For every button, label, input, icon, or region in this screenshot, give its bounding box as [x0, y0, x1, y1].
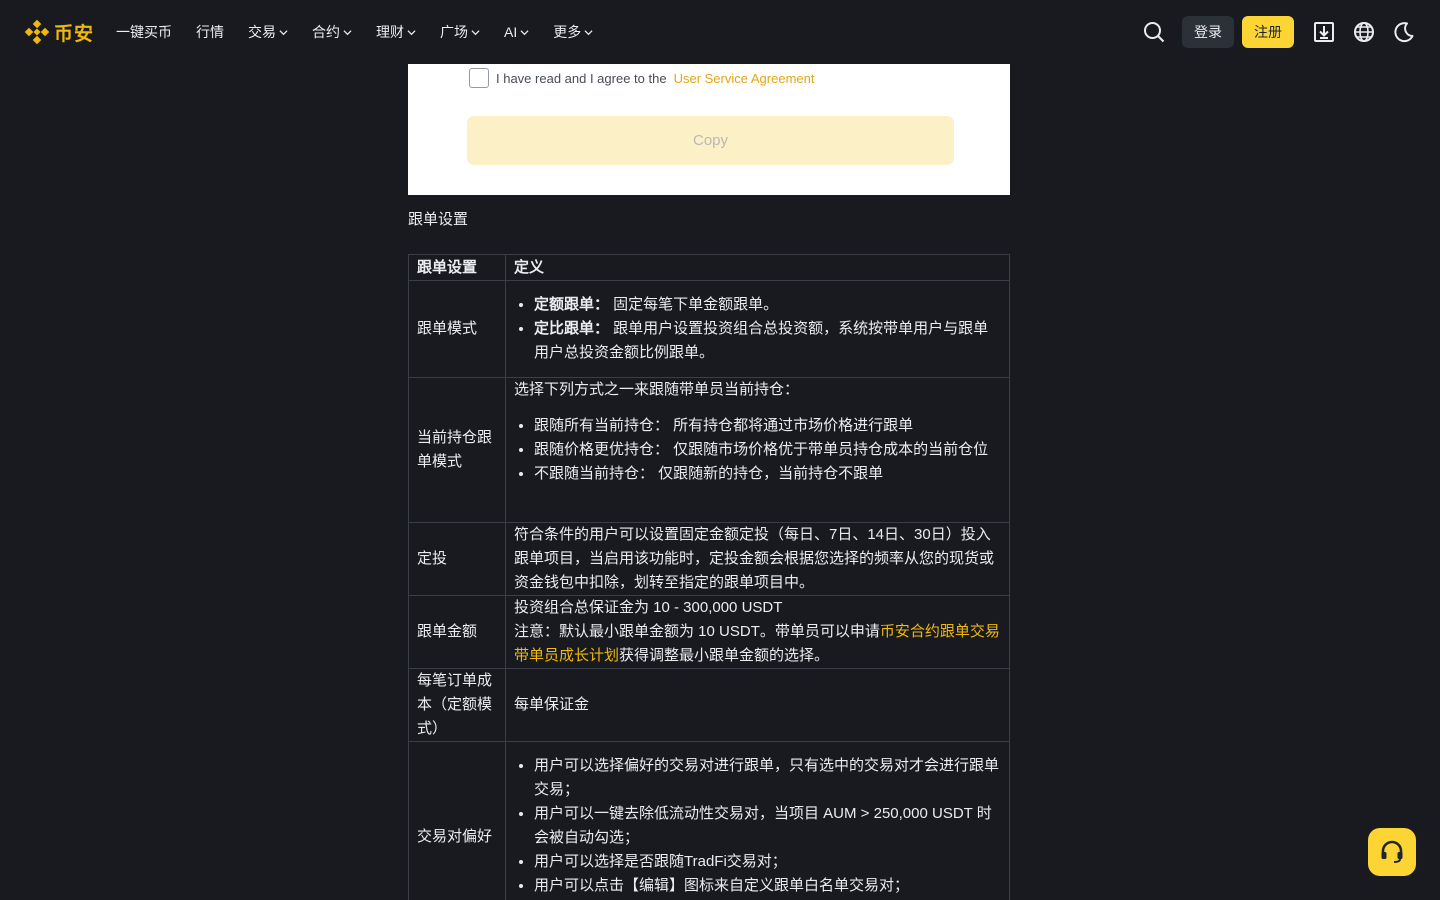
row-definition: 定额跟单： 固定每笔下单金额跟单。 定比跟单： 跟单用户设置投资组合总投资额，系…: [505, 280, 1010, 378]
login-button[interactable]: 登录: [1182, 16, 1234, 48]
user-service-agreement-link[interactable]: User Service Agreement: [674, 71, 815, 86]
theme-toggle[interactable]: [1392, 20, 1416, 44]
list-item: 用户可以一键去除低流动性交易对，当项目 AUM > 250,000 USDT 时…: [534, 802, 1001, 850]
nav-item-buy-crypto[interactable]: 一键买币: [116, 22, 172, 42]
table-row: 定投 符合条件的用户可以设置固定金额定投（每日、7日、14日、30日）投入跟单项…: [408, 522, 1010, 596]
logo-text: 币安: [54, 23, 95, 45]
nav-actions: 登录 注册: [1142, 0, 1416, 64]
chevron-down-icon: [520, 29, 529, 35]
note-text: 获得调整最小跟单金额的选择。: [619, 647, 830, 664]
nav-item-label: 广场: [440, 24, 469, 40]
list-item: 跟随价格更优持仓： 仅跟随市场价格优于带单员持仓成本的当前仓位: [534, 438, 1001, 462]
row-intro: 选择下列方式之一来跟随带单员当前持仓：: [514, 381, 800, 398]
nav-item-trade[interactable]: 交易: [248, 22, 288, 42]
nav-item-futures[interactable]: 合约: [312, 22, 352, 42]
article-content: I have read and I agree to the User Serv…: [408, 64, 1010, 900]
search-button[interactable]: [1142, 20, 1166, 44]
agreement-checkbox[interactable]: [469, 68, 489, 88]
table-row: 交易对偏好 用户可以选择偏好的交易对进行跟单，只有选中的交易对才会进行跟单交易；…: [408, 741, 1010, 900]
list-item: 用户可以选择是否跟随TradFi交易对；: [534, 850, 1001, 874]
table-row: 跟单金额 投资组合总保证金为 10 - 300,000 USDT 注意：默认最小…: [408, 595, 1010, 669]
table-row: 每笔订单成本（定额模式） 每单保证金: [408, 668, 1010, 742]
copy-button[interactable]: Copy: [467, 116, 954, 165]
embedded-screenshot: I have read and I agree to the User Serv…: [408, 64, 1010, 195]
agreement-text: I have read and I agree to the: [496, 70, 667, 86]
term: 定额跟单：: [534, 296, 610, 313]
row-label: 跟单金额: [408, 595, 506, 669]
table-row: 跟单模式 定额跟单： 固定每笔下单金额跟单。 定比跟单： 跟单用户设置投资组合总…: [408, 280, 1010, 378]
row-definition: 每单保证金: [505, 668, 1010, 742]
term: 定比跟单：: [534, 320, 610, 337]
register-button[interactable]: 注册: [1242, 16, 1294, 48]
row-line: 投资组合总保证金为 10 - 300,000 USDT: [514, 599, 783, 616]
nav-item-more[interactable]: 更多: [553, 22, 593, 42]
list-item: 跟随所有当前持仓： 所有持仓都将通过市场价格进行跟单: [534, 414, 1001, 438]
list-item: 定额跟单： 固定每笔下单金额跟单。: [534, 293, 1001, 317]
agreement-row: I have read and I agree to the User Serv…: [469, 68, 814, 88]
headset-icon: [1381, 840, 1403, 863]
list-item: 用户可以选择偏好的交易对进行跟单，只有选中的交易对才会进行跟单交易；: [534, 754, 1001, 802]
nav-item-label: 行情: [196, 24, 225, 40]
row-label: 每笔订单成本（定额模式）: [408, 668, 506, 742]
top-nav: 币安 一键买币 行情 交易 合约 理财 广场 AI 更多 登录 注册: [0, 0, 1440, 64]
note-text: 注意：默认最小跟单金额为 10 USDT。带单员可以申请: [514, 623, 880, 640]
chevron-down-icon: [279, 29, 288, 35]
nav-item-earn[interactable]: 理财: [376, 22, 416, 42]
copy-settings-table: 跟单设置 定义 跟单模式 定额跟单： 固定每笔下单金额跟单。 定比跟单： 跟单用…: [408, 254, 1010, 900]
term-text: 固定每笔下单金额跟单。: [609, 296, 779, 313]
row-label: 跟单模式: [408, 280, 506, 378]
list-item: 不跟随当前持仓： 仅跟随新的持仓，当前持仓不跟单: [534, 462, 1001, 486]
list-item: 定比跟单： 跟单用户设置投资组合总投资额，系统按带单用户与跟单用户总投资金额比例…: [534, 317, 1001, 365]
row-definition: 用户可以选择偏好的交易对进行跟单，只有选中的交易对才会进行跟单交易； 用户可以一…: [505, 741, 1010, 900]
download-button[interactable]: [1312, 20, 1336, 44]
row-label: 定投: [408, 522, 506, 596]
nav-item-label: 一键买币: [116, 24, 173, 40]
search-icon: [1144, 22, 1165, 43]
nav-item-ai[interactable]: AI: [504, 24, 529, 40]
list-item: 用户可以点击【编辑】图标来自定义跟单白名单交易对；: [534, 874, 1001, 898]
chevron-down-icon: [407, 29, 416, 35]
globe-icon: [1354, 22, 1374, 42]
row-definition: 投资组合总保证金为 10 - 300,000 USDT 注意：默认最小跟单金额为…: [505, 595, 1010, 669]
support-chat-button[interactable]: [1368, 828, 1416, 876]
table-header: 定义: [505, 254, 1010, 281]
binance-logo-icon: [24, 19, 50, 45]
chevron-down-icon: [343, 29, 352, 35]
download-icon: [1314, 22, 1334, 42]
chevron-down-icon: [584, 29, 593, 35]
table-header-row: 跟单设置 定义: [408, 254, 1010, 281]
chevron-down-icon: [471, 29, 480, 35]
row-definition: 符合条件的用户可以设置固定金额定投（每日、7日、14日、30日）投入跟单项目，当…: [505, 522, 1010, 596]
language-button[interactable]: [1352, 20, 1376, 44]
logo[interactable]: 币安: [24, 19, 94, 46]
nav-item-label: AI: [504, 24, 518, 40]
table-row: 当前持仓跟单模式 选择下列方式之一来跟随带单员当前持仓： 跟随所有当前持仓： 所…: [408, 377, 1010, 523]
row-note: 注意：默认最小跟单金额为 10 USDT。带单员可以申请币安合约跟单交易带单员成…: [514, 620, 1001, 668]
nav-item-label: 交易: [248, 24, 277, 40]
nav-item-label: 理财: [376, 24, 405, 40]
nav-item-markets[interactable]: 行情: [196, 22, 224, 42]
nav-item-label: 合约: [312, 24, 341, 40]
row-label: 交易对偏好: [408, 741, 506, 900]
table-header: 跟单设置: [408, 254, 506, 281]
nav-item-square[interactable]: 广场: [440, 22, 480, 42]
section-title: 跟单设置: [408, 211, 469, 228]
row-label: 当前持仓跟单模式: [408, 377, 506, 523]
row-definition: 选择下列方式之一来跟随带单员当前持仓： 跟随所有当前持仓： 所有持仓都将通过市场…: [505, 377, 1010, 523]
moon-icon: [1394, 22, 1414, 43]
nav-item-label: 更多: [553, 24, 582, 40]
